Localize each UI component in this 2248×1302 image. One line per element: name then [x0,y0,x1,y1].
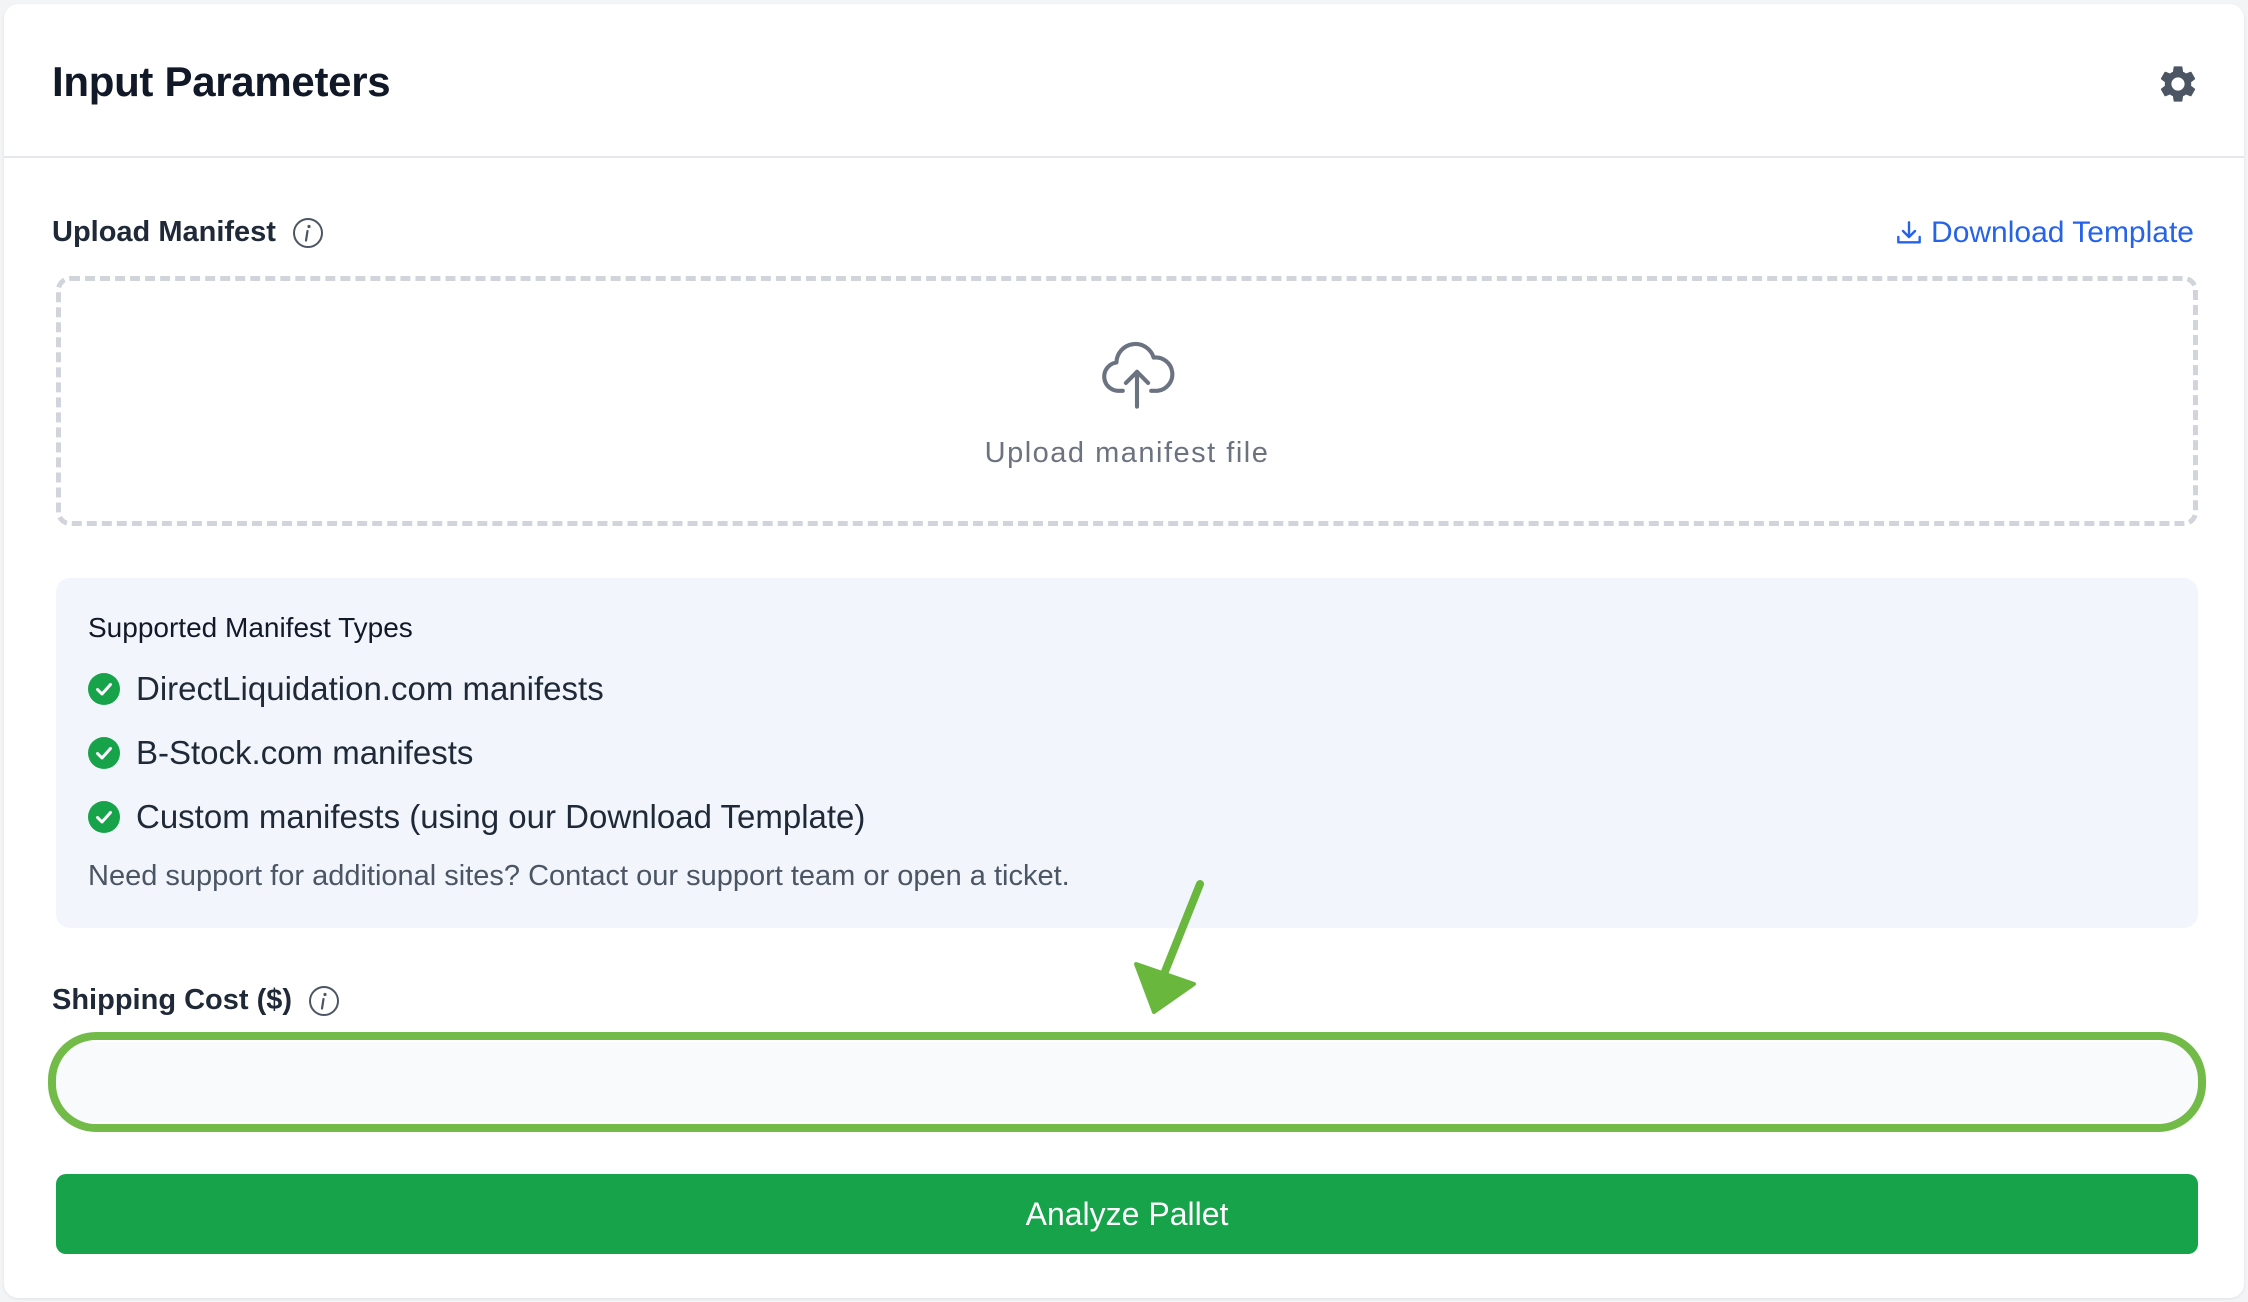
check-circle-icon [88,801,120,833]
upload-manifest-label: Upload Manifest [52,216,324,249]
gear-icon[interactable] [2156,62,2200,106]
supported-item-label: Custom manifests (using our Download Tem… [136,798,866,835]
shipping-cost-label-text: Shipping Cost ($) [52,984,293,1016]
dropzone-text: Upload manifest file [984,437,1270,469]
page-title: Input Parameters [52,58,391,105]
check-circle-icon [88,673,120,705]
download-template-label: Download Template [1931,216,2194,249]
info-icon[interactable] [292,217,324,249]
check-circle-icon [88,737,120,769]
card-header: Input Parameters [4,4,2244,158]
download-template-link[interactable]: Download Template [1893,216,2194,250]
manifest-dropzone[interactable]: Upload manifest file [56,276,2198,526]
list-item: DirectLiquidation.com manifests [88,670,604,708]
shipping-cost-input[interactable] [56,1042,2198,1122]
info-icon[interactable] [308,985,340,1017]
analyze-pallet-button[interactable]: Analyze Pallet [56,1174,2198,1254]
support-note: Need support for additional sites? Conta… [88,860,1070,892]
list-item: Custom manifests (using our Download Tem… [88,798,865,836]
cloud-upload-icon [1102,341,1175,409]
list-item: B-Stock.com manifests [88,734,473,772]
input-parameters-card: Input Parameters Upload Manifest Downloa… [4,4,2244,1298]
shipping-cost-label: Shipping Cost ($) [52,984,340,1017]
upload-manifest-label-text: Upload Manifest [52,216,276,248]
download-icon [1897,221,1921,244]
supported-item-label: DirectLiquidation.com manifests [136,670,604,707]
supported-manifest-panel: Supported Manifest Types DirectLiquidati… [56,578,2198,928]
supported-title: Supported Manifest Types [88,612,413,643]
supported-item-label: B-Stock.com manifests [136,734,474,771]
